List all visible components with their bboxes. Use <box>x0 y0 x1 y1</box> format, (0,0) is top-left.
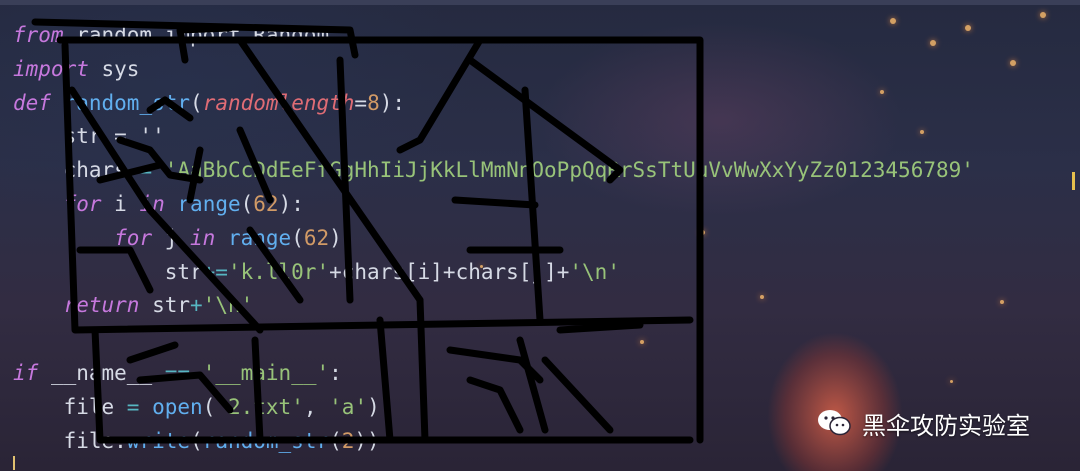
code-token: ( <box>190 428 203 453</box>
code-token: ): <box>379 90 406 115</box>
code-token: ( <box>190 90 203 115</box>
code-line: from random import Random <box>13 18 329 52</box>
code-token: import <box>13 56 89 81</box>
code-token: 62 <box>303 225 330 250</box>
code-token: '\n' <box>202 293 254 318</box>
watermark: 黑伞攻防实验室 <box>816 403 1030 443</box>
code-token: str <box>13 259 203 284</box>
code-token: ( <box>291 225 304 250</box>
code-token: 'k.ll0r' <box>227 259 330 284</box>
code-token: for <box>114 225 153 250</box>
code-token: in <box>190 225 216 250</box>
code-token: = <box>354 90 368 115</box>
code-token: randomlength <box>202 90 355 115</box>
code-token: file <box>13 394 127 419</box>
watermark-text: 黑伞攻防实验室 <box>862 411 1030 440</box>
code-token: random_str <box>202 428 330 453</box>
code-line: if __name__ == '__main__': <box>13 356 342 390</box>
code-token: range <box>227 225 292 250</box>
code-token: chars[i] <box>341 259 443 284</box>
code-token: for <box>63 192 102 216</box>
code-token: str = '' <box>13 124 165 149</box>
code-token: 'AaBbCcDdEeFfGgHhIiJjKkLlMmNnOoPpQqRrSsT… <box>164 158 974 183</box>
code-line: import sys <box>13 52 139 86</box>
code-token: ( <box>202 394 216 419</box>
wechat-icon <box>818 410 851 436</box>
code-token: __name__ <box>38 361 165 385</box>
code-token: chars[j] <box>455 259 557 284</box>
code-token: 8 <box>367 90 380 115</box>
code-token: 2 <box>341 428 355 453</box>
code-token: 62 <box>253 192 279 216</box>
code-token: '2.txt' <box>215 394 304 419</box>
code-line: def random_str(randomlength=8): <box>13 86 405 120</box>
code-token: ( <box>240 192 254 216</box>
code-line: file.write(random_str(2)) <box>13 424 380 458</box>
text-cursor <box>13 456 15 470</box>
code-line: for j in range(62): <box>13 221 354 255</box>
code-token: if <box>13 361 39 385</box>
code-token: : <box>329 361 342 385</box>
code-token: def <box>13 90 51 115</box>
code-token: = <box>139 158 153 183</box>
code-token: random import Random <box>63 23 330 47</box>
code-token: chars <box>13 158 140 183</box>
code-token: + <box>556 259 570 284</box>
code-line: str+='k.ll0r'+chars[i]+chars[j]+'\n' <box>13 255 620 289</box>
code-line: file = open('2.txt', 'a') <box>13 390 380 424</box>
code-token: == <box>164 361 191 385</box>
code-token: ( <box>329 428 342 453</box>
code-token: + <box>442 259 456 284</box>
code-line: for i in range(62): <box>13 187 304 221</box>
code-token: return <box>63 293 140 318</box>
code-token: range <box>177 192 241 216</box>
code-token: file. <box>13 428 127 453</box>
code-token: j <box>152 225 191 250</box>
code-line: chars = 'AaBbCcDdEeFfGgHhIiJjKkLlMmNnOoP… <box>13 153 974 187</box>
code-token: sys <box>88 56 140 81</box>
code-token: '\n' <box>569 259 620 284</box>
code-token: write <box>126 428 191 453</box>
code-token: i <box>101 192 140 216</box>
code-token: open <box>152 394 203 419</box>
code-token: random_str <box>63 90 191 115</box>
code-token: , <box>303 394 330 419</box>
code-line: return str+'\n' <box>13 288 254 322</box>
code-token: = <box>126 394 140 419</box>
code-token: + <box>190 293 203 318</box>
code-token: + <box>329 259 342 284</box>
selection-marker <box>1072 172 1075 190</box>
code-token: from <box>13 23 64 47</box>
code-token: ): <box>278 192 304 216</box>
code-token: 'a' <box>329 394 368 419</box>
code-token: ): <box>329 225 355 250</box>
code-token: += <box>202 259 228 284</box>
code-token: in <box>139 192 165 216</box>
code-line: str = '' <box>13 119 165 153</box>
code-token: str <box>139 293 191 318</box>
code-token: '__main__' <box>202 361 330 385</box>
code-token: )) <box>354 428 380 453</box>
code-token: ) <box>367 394 380 419</box>
editor-top-border <box>0 0 1080 5</box>
